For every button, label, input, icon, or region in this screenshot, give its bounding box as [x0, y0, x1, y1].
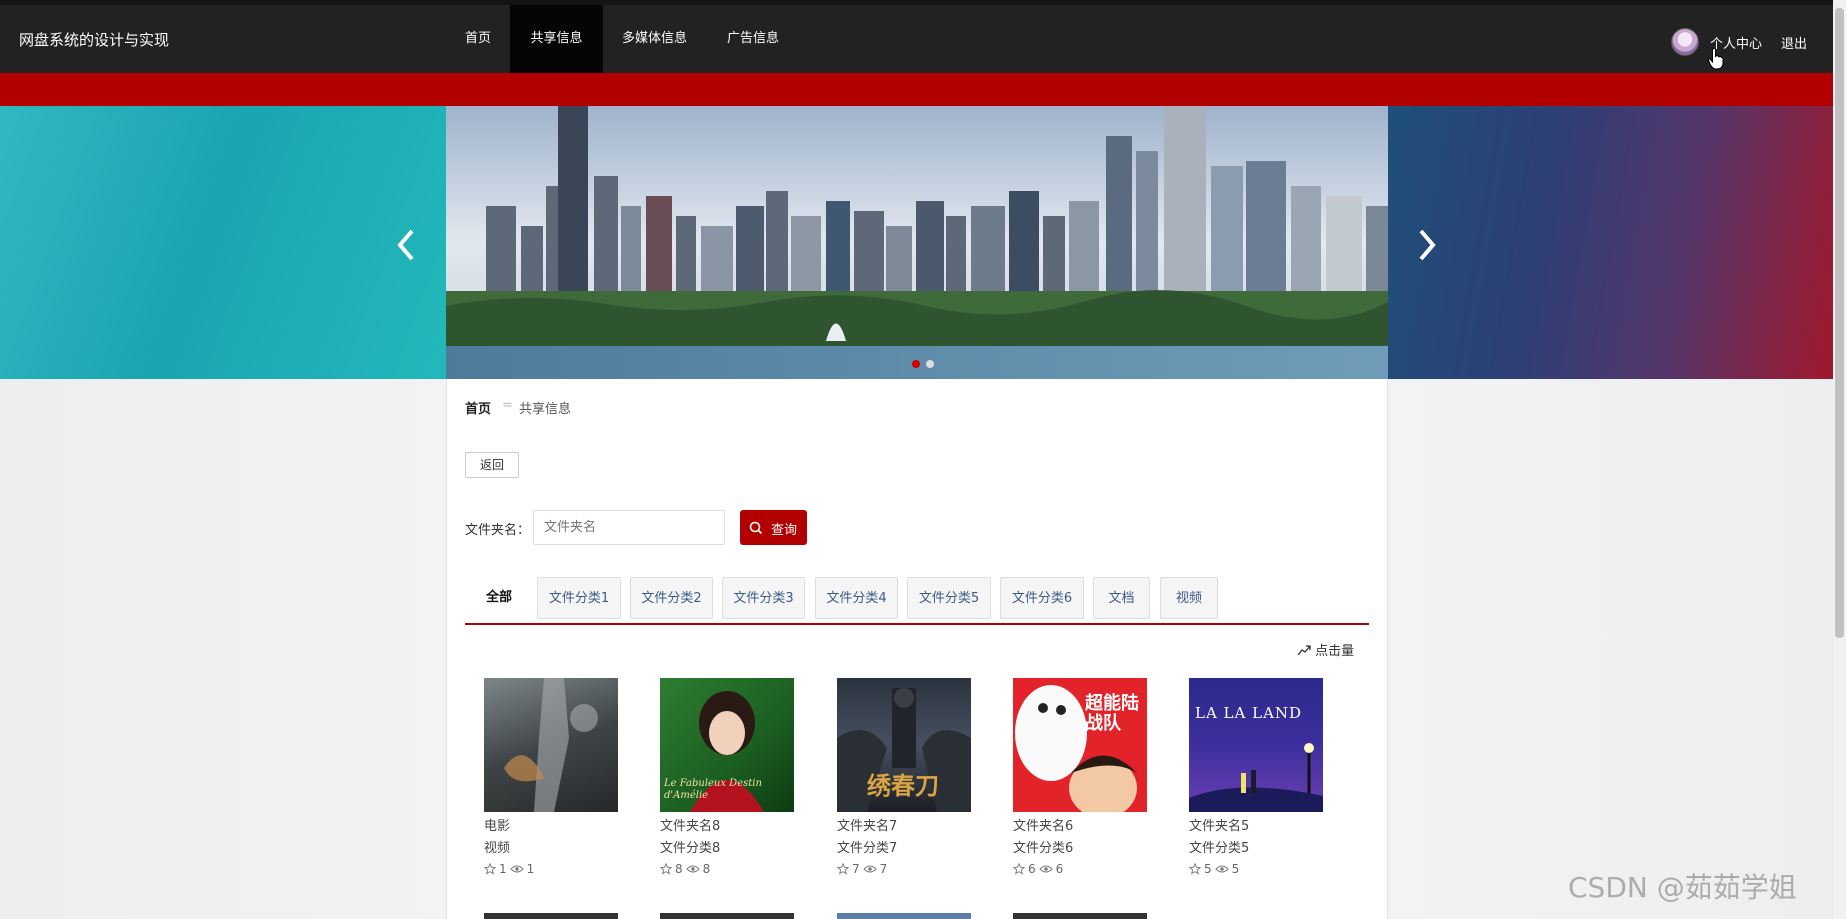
tab-underline: [465, 623, 1369, 625]
card-poster: LA LA LAND: [1189, 678, 1323, 812]
eye-icon: [510, 865, 524, 873]
breadcrumb-home[interactable]: 首页: [465, 398, 491, 417]
card-title: 文件夹名6: [1013, 819, 1074, 834]
card-views: 7: [879, 862, 888, 876]
card-poster-partial: [660, 913, 794, 919]
breadcrumb-current: 共享信息: [519, 402, 572, 417]
star-icon: [1013, 863, 1025, 875]
scrollbar-thumb[interactable]: [1835, 8, 1844, 638]
carousel-next-icon[interactable]: [1415, 225, 1439, 265]
file-card[interactable]: 电影 视频 1 1: [484, 678, 624, 876]
tab-category-3[interactable]: 文件分类3: [722, 577, 805, 619]
card-poster-partial: [837, 913, 971, 919]
poster-caption: Le Fabuleux Destin d'Amélie: [664, 778, 762, 801]
star-icon: [484, 863, 496, 875]
card-category: 文件分类8: [660, 841, 721, 856]
carousel-dot-1[interactable]: [912, 360, 920, 368]
nav-shared-info[interactable]: 共享信息: [510, 5, 603, 73]
search-button[interactable]: 查询: [740, 510, 807, 545]
tab-category-2[interactable]: 文件分类2: [630, 577, 713, 619]
back-button[interactable]: 返回: [465, 452, 519, 478]
eye-icon: [1039, 865, 1053, 873]
card-poster: [484, 678, 618, 812]
star-icon: [1189, 863, 1201, 875]
card-title: 电影: [484, 819, 511, 834]
avatar[interactable]: [1671, 28, 1699, 56]
eye-icon: [1215, 865, 1229, 873]
tab-category-1[interactable]: 文件分类1: [537, 577, 621, 619]
card-stars: 6: [1028, 862, 1036, 876]
watermark: CSDN @茹茹学姐: [1568, 871, 1797, 904]
folder-name-label: 文件夹名：: [465, 523, 531, 538]
tab-videos[interactable]: 视频: [1160, 577, 1218, 619]
banner-left-backdrop: [0, 106, 446, 379]
banner-image: [446, 106, 1388, 379]
site-title: 网盘系统的设计与实现: [19, 31, 170, 49]
tab-category-6[interactable]: 文件分类6: [1000, 577, 1084, 619]
star-icon: [660, 863, 672, 875]
poster-caption: 绣春刀: [867, 772, 939, 800]
eye-icon: [686, 865, 700, 873]
card-poster: 绣春刀: [837, 678, 971, 812]
file-card[interactable]: 绣春刀 文件夹名7 文件分类7 7 7: [837, 678, 977, 876]
card-title: 文件夹名8: [660, 819, 721, 834]
card-category: 文件分类6: [1013, 841, 1074, 856]
file-card[interactable]: LA LA LAND 文件夹名5 文件分类5 5 5: [1189, 678, 1329, 876]
card-poster-partial: [1013, 913, 1147, 919]
card-views: 6: [1055, 862, 1064, 876]
carousel-dot-2[interactable]: [926, 360, 934, 368]
search-button-label: 查询: [771, 523, 798, 538]
logout-link[interactable]: 退出: [1781, 33, 1807, 52]
folder-name-input[interactable]: [533, 510, 725, 545]
eye-icon: [863, 865, 877, 873]
card-views: 8: [702, 862, 711, 876]
trend-icon: [1297, 645, 1311, 656]
file-card[interactable]: 超能陆战队 文件夹名6 文件分类6 6 6: [1013, 678, 1153, 876]
sort-by-clicks[interactable]: 点击量: [1297, 640, 1354, 659]
tab-documents[interactable]: 文档: [1093, 577, 1150, 619]
card-title: 文件夹名5: [1189, 819, 1250, 834]
tab-category-5[interactable]: 文件分类5: [907, 577, 991, 619]
nav-ad-info[interactable]: 广告信息: [708, 5, 798, 73]
sort-by-clicks-label: 点击量: [1315, 644, 1355, 659]
card-category: 文件分类7: [837, 841, 898, 856]
carousel-prev-icon[interactable]: [394, 225, 418, 265]
card-category: 文件分类5: [1189, 841, 1250, 856]
card-stars: 5: [1204, 862, 1212, 876]
hand-cursor-icon: [1708, 48, 1724, 70]
card-stars: 8: [675, 862, 683, 876]
nav-home[interactable]: 首页: [446, 5, 510, 73]
card-views: 1: [526, 862, 535, 876]
banner-right-backdrop: [1388, 106, 1833, 379]
card-poster: Le Fabuleux Destin d'Amélie: [660, 678, 794, 812]
page-scrollbar[interactable]: [1833, 0, 1846, 919]
red-accent-bar: [0, 73, 1833, 106]
card-title: 文件夹名7: [837, 819, 898, 834]
card-poster-partial: [484, 913, 618, 919]
poster-caption: 超能陆战队: [1085, 693, 1139, 734]
search-icon: [749, 521, 763, 535]
top-navbar: 网盘系统的设计与实现 首页 共享信息 多媒体信息 广告信息 个人中心 退出: [0, 0, 1833, 73]
star-icon: [837, 863, 849, 875]
breadcrumb-separator: =: [502, 398, 513, 413]
card-stars: 1: [499, 862, 507, 876]
card-stars: 7: [852, 862, 860, 876]
file-card[interactable]: Le Fabuleux Destin d'Amélie 文件夹名8 文件分类8 …: [660, 678, 800, 876]
card-category: 视频: [484, 841, 511, 856]
card-views: 5: [1231, 862, 1240, 876]
tab-all[interactable]: 全部: [466, 577, 532, 619]
nav-multimedia-info[interactable]: 多媒体信息: [603, 5, 706, 73]
tab-category-4[interactable]: 文件分类4: [815, 577, 898, 619]
poster-caption: LA LA LAND: [1195, 704, 1303, 722]
card-poster: 超能陆战队: [1013, 678, 1147, 812]
